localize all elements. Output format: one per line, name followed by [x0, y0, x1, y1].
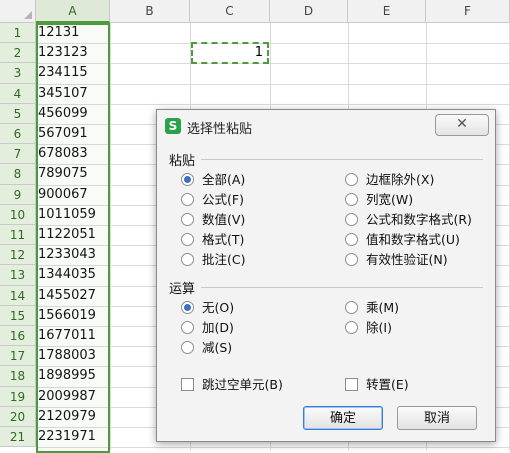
checkbox-icon: [345, 378, 358, 391]
radio-paste-all-except-borders[interactable]: 边框除外(X): [345, 171, 434, 189]
row-header[interactable]: 15: [0, 305, 36, 326]
row-header[interactable]: 7: [0, 144, 36, 165]
option-label: 减(S): [202, 340, 233, 355]
option-label: 跳过空单元(B): [202, 377, 283, 392]
radio-paste-formulas[interactable]: 公式(F): [181, 191, 244, 209]
radio-paste-values[interactable]: 数值(V): [181, 211, 245, 229]
row-header[interactable]: 4: [0, 83, 36, 104]
option-label: 无(O): [202, 300, 235, 315]
radio-icon: [345, 213, 358, 226]
row-header[interactable]: 19: [0, 386, 36, 407]
checkbox-transpose[interactable]: 转置(E): [345, 376, 409, 394]
column-header-d[interactable]: D: [270, 0, 348, 23]
radio-icon: [345, 193, 358, 206]
copied-cell-c2[interactable]: 1: [191, 42, 269, 64]
option-label: 除(I): [366, 320, 392, 335]
radio-icon: [181, 321, 194, 334]
cancel-button[interactable]: 取消: [397, 406, 477, 430]
option-label: 格式(T): [202, 232, 245, 247]
row-header[interactable]: 2: [0, 43, 36, 64]
row-header[interactable]: 1: [0, 23, 36, 44]
radio-operation-divide[interactable]: 除(I): [345, 319, 392, 337]
radio-operation-add[interactable]: 加(D): [181, 319, 234, 337]
select-all-triangle-icon: [24, 11, 32, 19]
checkbox-skip-blanks[interactable]: 跳过空单元(B): [181, 376, 283, 394]
option-label: 值和数字格式(U): [366, 232, 460, 247]
radio-operation-multiply[interactable]: 乘(M): [345, 299, 399, 317]
row-header[interactable]: 17: [0, 346, 36, 367]
dialog-title: 选择性粘贴: [187, 122, 253, 137]
column-header-e[interactable]: E: [348, 0, 426, 23]
row-header[interactable]: 16: [0, 326, 36, 347]
row-header[interactable]: 5: [0, 103, 36, 124]
paste-group-label: 粘贴: [169, 154, 196, 169]
row-header[interactable]: 11: [0, 225, 36, 246]
group-divider: [201, 159, 483, 160]
radio-icon: [181, 233, 194, 246]
radio-operation-subtract[interactable]: 减(S): [181, 339, 232, 357]
row-header[interactable]: 21: [0, 427, 36, 448]
column-header-a[interactable]: A: [36, 0, 110, 23]
row-header[interactable]: 13: [0, 265, 36, 286]
option-label: 公式和数字格式(R): [366, 212, 472, 227]
row-header[interactable]: 14: [0, 285, 36, 306]
radio-icon: [345, 233, 358, 246]
row-header[interactable]: 6: [0, 124, 36, 145]
option-label: 批注(C): [202, 252, 246, 267]
select-all-corner[interactable]: [0, 0, 36, 23]
option-label: 有效性验证(N): [366, 252, 448, 267]
option-label: 边框除外(X): [366, 172, 435, 187]
radio-icon: [345, 253, 358, 266]
column-header-c[interactable]: C: [190, 0, 270, 23]
radio-icon: [181, 253, 194, 266]
radio-paste-validation[interactable]: 有效性验证(N): [345, 251, 448, 269]
radio-selected-icon: [181, 173, 194, 186]
option-label: 转置(E): [366, 377, 409, 392]
radio-paste-comments[interactable]: 批注(C): [181, 251, 245, 269]
row-header[interactable]: 3: [0, 63, 36, 84]
paste-special-dialog: S 选择性粘贴 ✕ 粘贴 全部(A) 公式(F) 数值(V) 格式(T) 批注(…: [156, 109, 496, 442]
option-label: 公式(F): [202, 192, 244, 207]
radio-paste-all[interactable]: 全部(A): [181, 171, 245, 189]
checkbox-icon: [181, 378, 194, 391]
row-header[interactable]: 10: [0, 204, 36, 225]
radio-paste-values-number-formats[interactable]: 值和数字格式(U): [345, 231, 460, 249]
group-divider: [201, 287, 483, 288]
row-header[interactable]: 8: [0, 164, 36, 185]
dialog-titlebar[interactable]: S 选择性粘贴 ✕: [157, 110, 495, 142]
option-label: 全部(A): [202, 172, 246, 187]
radio-operation-none[interactable]: 无(O): [181, 299, 234, 317]
close-button[interactable]: ✕: [435, 114, 489, 136]
column-a-selection: [36, 23, 110, 453]
row-header[interactable]: 9: [0, 184, 36, 205]
row-header[interactable]: 12: [0, 245, 36, 266]
radio-icon: [345, 321, 358, 334]
radio-icon: [181, 341, 194, 354]
radio-paste-column-widths[interactable]: 列宽(W): [345, 191, 413, 209]
column-header-f[interactable]: F: [426, 0, 510, 23]
radio-selected-icon: [181, 301, 194, 314]
row-header[interactable]: 20: [0, 406, 36, 427]
close-icon: ✕: [456, 116, 468, 132]
operation-group-label: 运算: [169, 282, 196, 297]
row-header[interactable]: 18: [0, 366, 36, 387]
option-label: 数值(V): [202, 212, 246, 227]
radio-icon: [181, 193, 194, 206]
wps-app-icon: S: [165, 118, 181, 134]
radio-paste-formats[interactable]: 格式(T): [181, 231, 244, 249]
radio-icon: [345, 173, 358, 186]
radio-icon: [181, 213, 194, 226]
column-header-b[interactable]: B: [110, 0, 190, 23]
radio-paste-formulas-number-formats[interactable]: 公式和数字格式(R): [345, 211, 472, 229]
option-label: 列宽(W): [366, 192, 414, 207]
option-label: 乘(M): [366, 300, 400, 315]
radio-icon: [345, 301, 358, 314]
option-label: 加(D): [202, 320, 234, 335]
ok-button[interactable]: 确定: [303, 406, 383, 430]
